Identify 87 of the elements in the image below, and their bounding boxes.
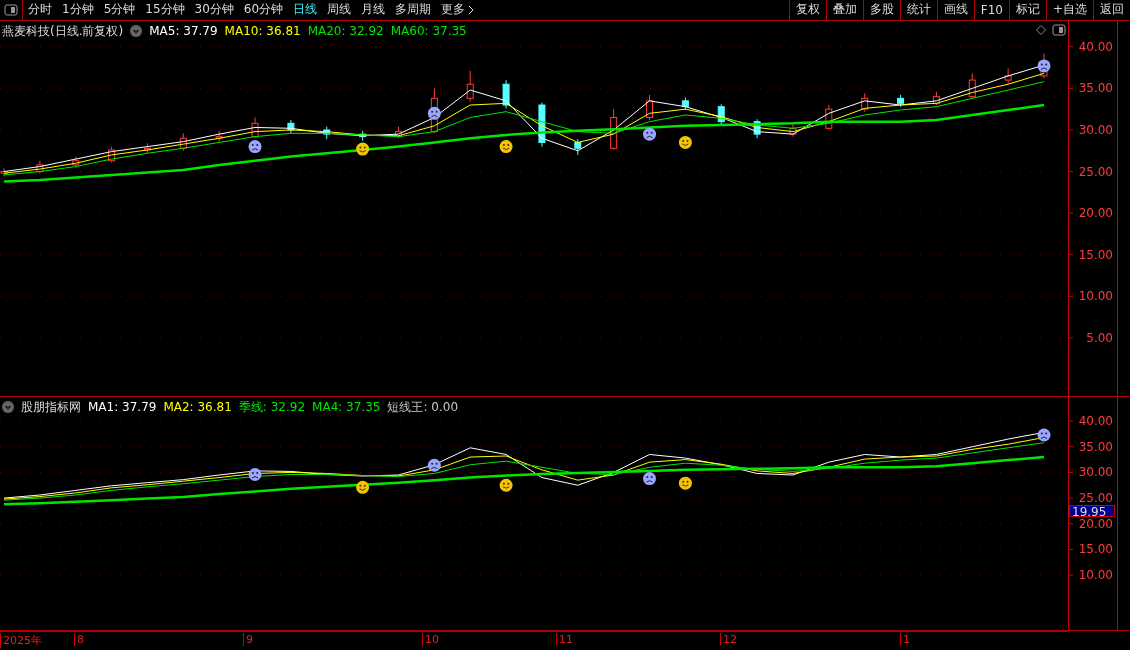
candlestick (72, 156, 80, 168)
date-label: 10 (422, 633, 439, 647)
chevron-right-icon (468, 4, 475, 15)
period-tab[interactable]: 日线 (288, 0, 323, 20)
axis-label: 25.00 (1078, 164, 1113, 179)
legend-item: MA2: 36.81 (163, 400, 232, 415)
period-tab[interactable]: 30分钟 (189, 0, 239, 20)
period-tab[interactable]: 5分钟 (98, 0, 141, 20)
chart-title: 股朋指标网 (21, 398, 81, 416)
candlestick (179, 132, 187, 152)
legend-item: MA60: 37.35 (390, 24, 467, 39)
candlestick (753, 118, 761, 139)
toolbar-button[interactable]: 多股 (862, 0, 900, 20)
date-label: 1 (900, 633, 910, 647)
period-tab[interactable]: 周线 (322, 0, 357, 20)
toolbar-button[interactable]: 标记 (1008, 0, 1046, 20)
candlestick (574, 138, 582, 156)
candlestick (789, 122, 797, 138)
axis-label: 5.00 (1086, 330, 1113, 345)
candlestick (287, 119, 295, 134)
candlestick (538, 101, 546, 148)
candlestick (215, 130, 223, 143)
date-label: 12 (720, 633, 737, 647)
axis-label: 20.00 (1078, 516, 1113, 531)
legend-item: MA1: 37.79 (88, 400, 157, 415)
legend-item: MA20: 32.92 (307, 24, 384, 39)
chevron-down-icon[interactable] (2, 401, 14, 414)
legend-item: MA5: 37.79 (149, 24, 218, 39)
axis-label: 30.00 (1078, 122, 1113, 137)
candlestick (646, 94, 653, 121)
candlestick (108, 146, 116, 163)
candlestick (610, 108, 618, 151)
axis-label: 40.00 (1078, 413, 1113, 428)
price-tag: 19.95 (1069, 505, 1115, 518)
candlestick (251, 116, 259, 139)
chart-title: 燕麦科技(日线.前复权) (2, 22, 124, 40)
candlestick (36, 160, 44, 174)
legend-item: MA4: 37.35 (312, 400, 381, 415)
axis-label: 35.00 (1078, 81, 1113, 96)
toolbar-button[interactable]: F10 (973, 0, 1009, 20)
axis-label: 10.00 (1078, 567, 1113, 582)
axis-label: 10.00 (1078, 289, 1113, 304)
toolbar-button[interactable]: 叠加 (825, 0, 863, 20)
diamond-icon (1036, 24, 1046, 35)
panel-toggle-icon[interactable] (1052, 23, 1066, 36)
candlestick (897, 94, 905, 108)
candlestick (932, 91, 940, 106)
candlestick (466, 70, 474, 103)
candlestick (717, 103, 725, 126)
candlestick (502, 79, 510, 109)
candlestick (825, 104, 833, 131)
period-tab[interactable]: 多周期 (390, 0, 437, 20)
chevron-down-icon[interactable] (130, 25, 143, 38)
legend-item: 季线: 32.92 (238, 398, 306, 416)
period-tab[interactable]: 月线 (356, 0, 391, 20)
toolbar-button[interactable]: 画线 (936, 0, 974, 20)
toolbar-button[interactable]: +自选 (1045, 0, 1093, 20)
axis-label: 30.00 (1078, 465, 1113, 480)
axis-label: 20.00 (1078, 206, 1113, 221)
legend-item: MA10: 36.81 (224, 24, 301, 39)
axis-label: 15.00 (1078, 542, 1113, 557)
candlestick (968, 72, 976, 99)
toolbar-button[interactable]: 复权 (788, 0, 826, 20)
period-tab[interactable]: 更多 (436, 0, 480, 20)
candlestick (861, 92, 869, 113)
candlestick (143, 142, 151, 154)
period-tab[interactable]: 60分钟 (238, 0, 289, 20)
candlestick (395, 126, 402, 139)
date-label: 11 (556, 633, 573, 647)
period-tab[interactable]: 15分钟 (140, 0, 190, 20)
toolbar-button[interactable]: 统计 (899, 0, 937, 20)
axis-label: 40.00 (1078, 39, 1113, 54)
date-label: 9 (243, 633, 253, 647)
candlestick (323, 126, 331, 140)
axis-label: 35.00 (1078, 439, 1113, 454)
date-label: 8 (74, 633, 84, 647)
toolbar-button[interactable]: 返回 (1093, 0, 1130, 20)
panel-toggle-icon[interactable] (4, 3, 18, 16)
candlestick (681, 96, 689, 111)
date-label: 2025年 (0, 633, 42, 649)
candlestick (1004, 67, 1012, 84)
axis-label: 15.00 (1078, 247, 1113, 262)
period-tab[interactable]: 分时 (23, 0, 57, 20)
period-tab[interactable]: 1分钟 (57, 0, 99, 20)
legend-item: 短线王: 0.00 (387, 398, 459, 416)
axis-label: 25.00 (1078, 490, 1113, 505)
candlestick (359, 130, 367, 142)
